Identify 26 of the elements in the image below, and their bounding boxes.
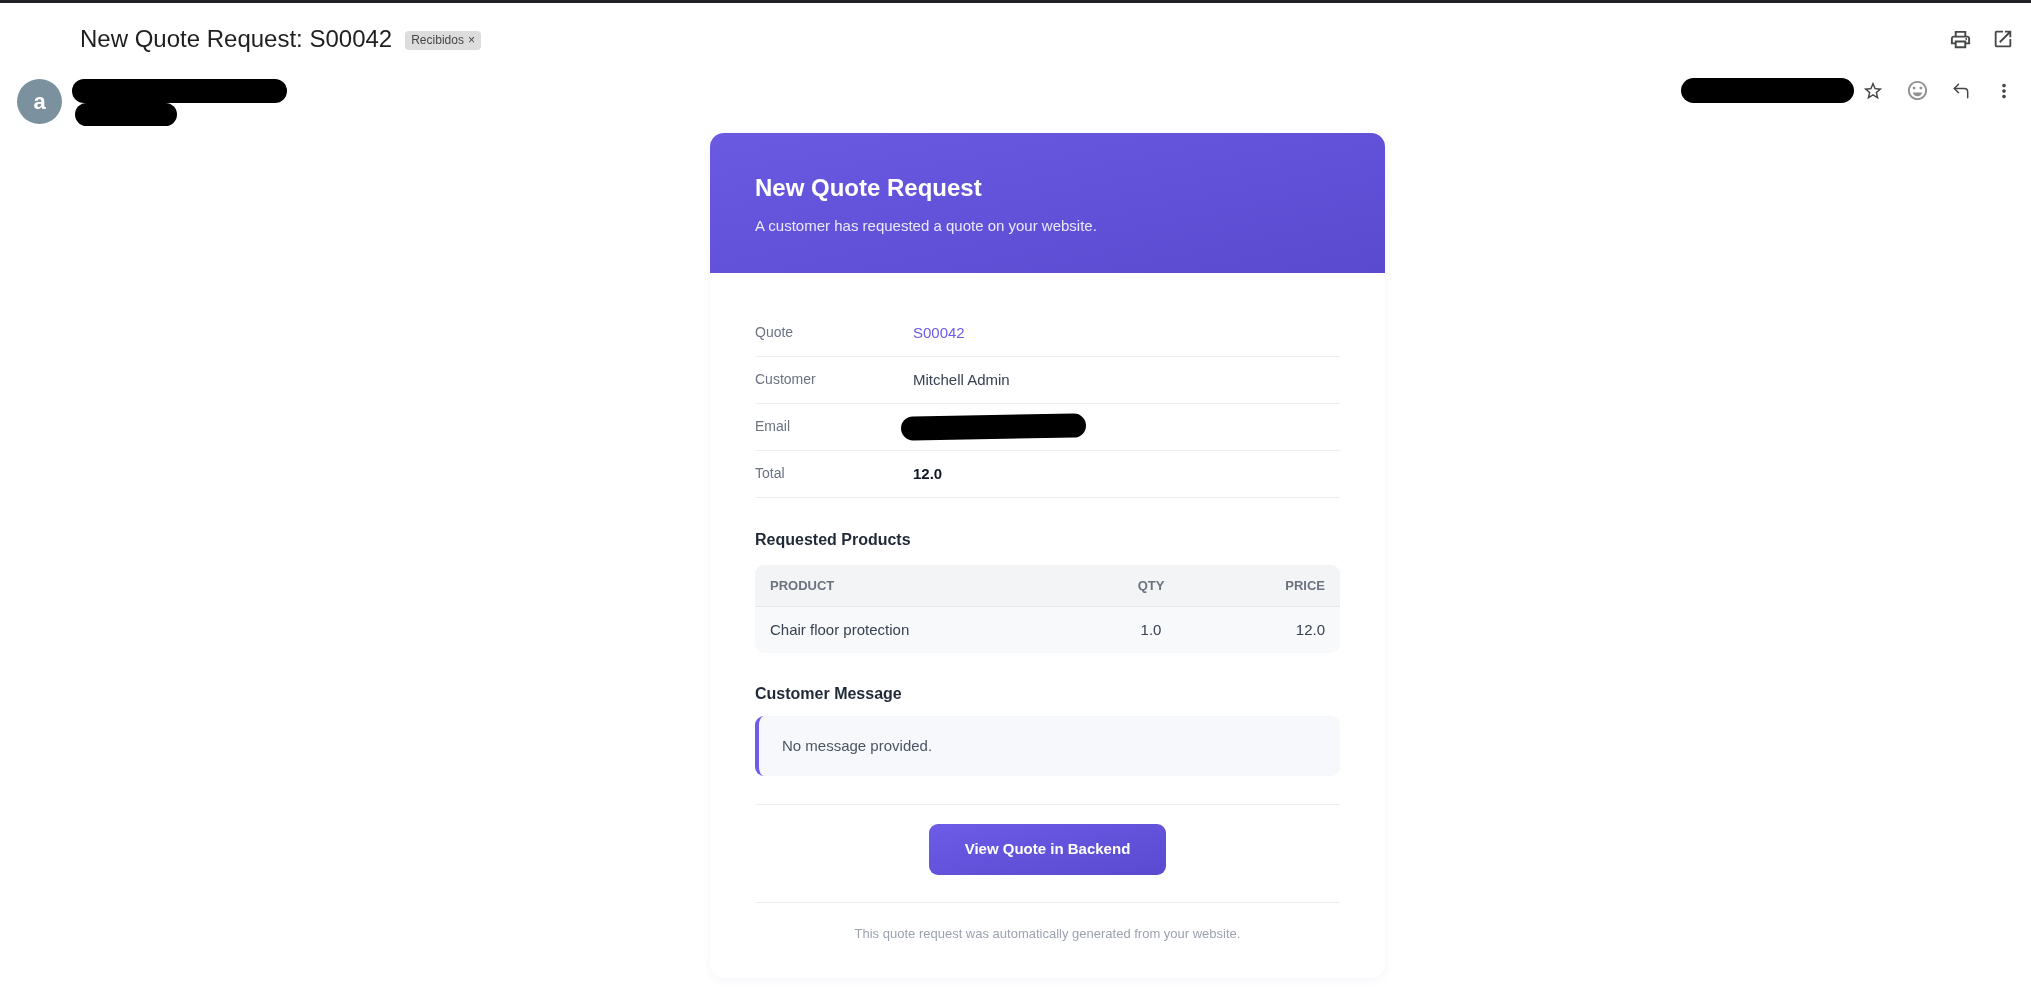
detail-label: Quote: [755, 322, 795, 342]
message-text: No message provided.: [782, 735, 933, 756]
column-header: PRODUCT: [769, 576, 836, 595]
remove-label-button[interactable]: ×: [467, 30, 475, 50]
detail-label: Total: [755, 463, 786, 483]
detail-value: Mitchell Admin: [913, 369, 1010, 390]
message-heading: Customer Message: [755, 684, 903, 704]
label-text: Recibidos: [411, 31, 464, 49]
detail-label: Customer: [755, 369, 817, 389]
detail-value: 12.0: [913, 463, 943, 484]
column-header: PRICE: [1284, 576, 1326, 595]
open-in-new-window-icon[interactable]: [1992, 28, 2014, 50]
table-cell-text: Chair floor protection: [769, 619, 911, 640]
detail-label: Email: [755, 416, 791, 436]
table-cell-text: 12.0: [1294, 619, 1326, 640]
sender-avatar: a: [17, 79, 62, 124]
footer-note: This quote request was automatically generated from your website.: [854, 925, 1241, 943]
email-header-title: New Quote Request: [755, 173, 983, 203]
view-quote-button[interactable]: View Quote in Backend: [929, 824, 1166, 875]
products-heading: Requested Products: [755, 530, 912, 550]
column-header: QTY: [1136, 576, 1166, 595]
email-subject: New Quote Request: S00042: [80, 24, 393, 54]
smiley-icon[interactable]: [1906, 79, 1929, 102]
quote-number-link[interactable]: S00042: [913, 321, 965, 345]
email-header-subtitle: A customer has requested a quote on your website.: [755, 216, 1098, 236]
table-cell-text: 1.0: [1139, 619, 1163, 640]
